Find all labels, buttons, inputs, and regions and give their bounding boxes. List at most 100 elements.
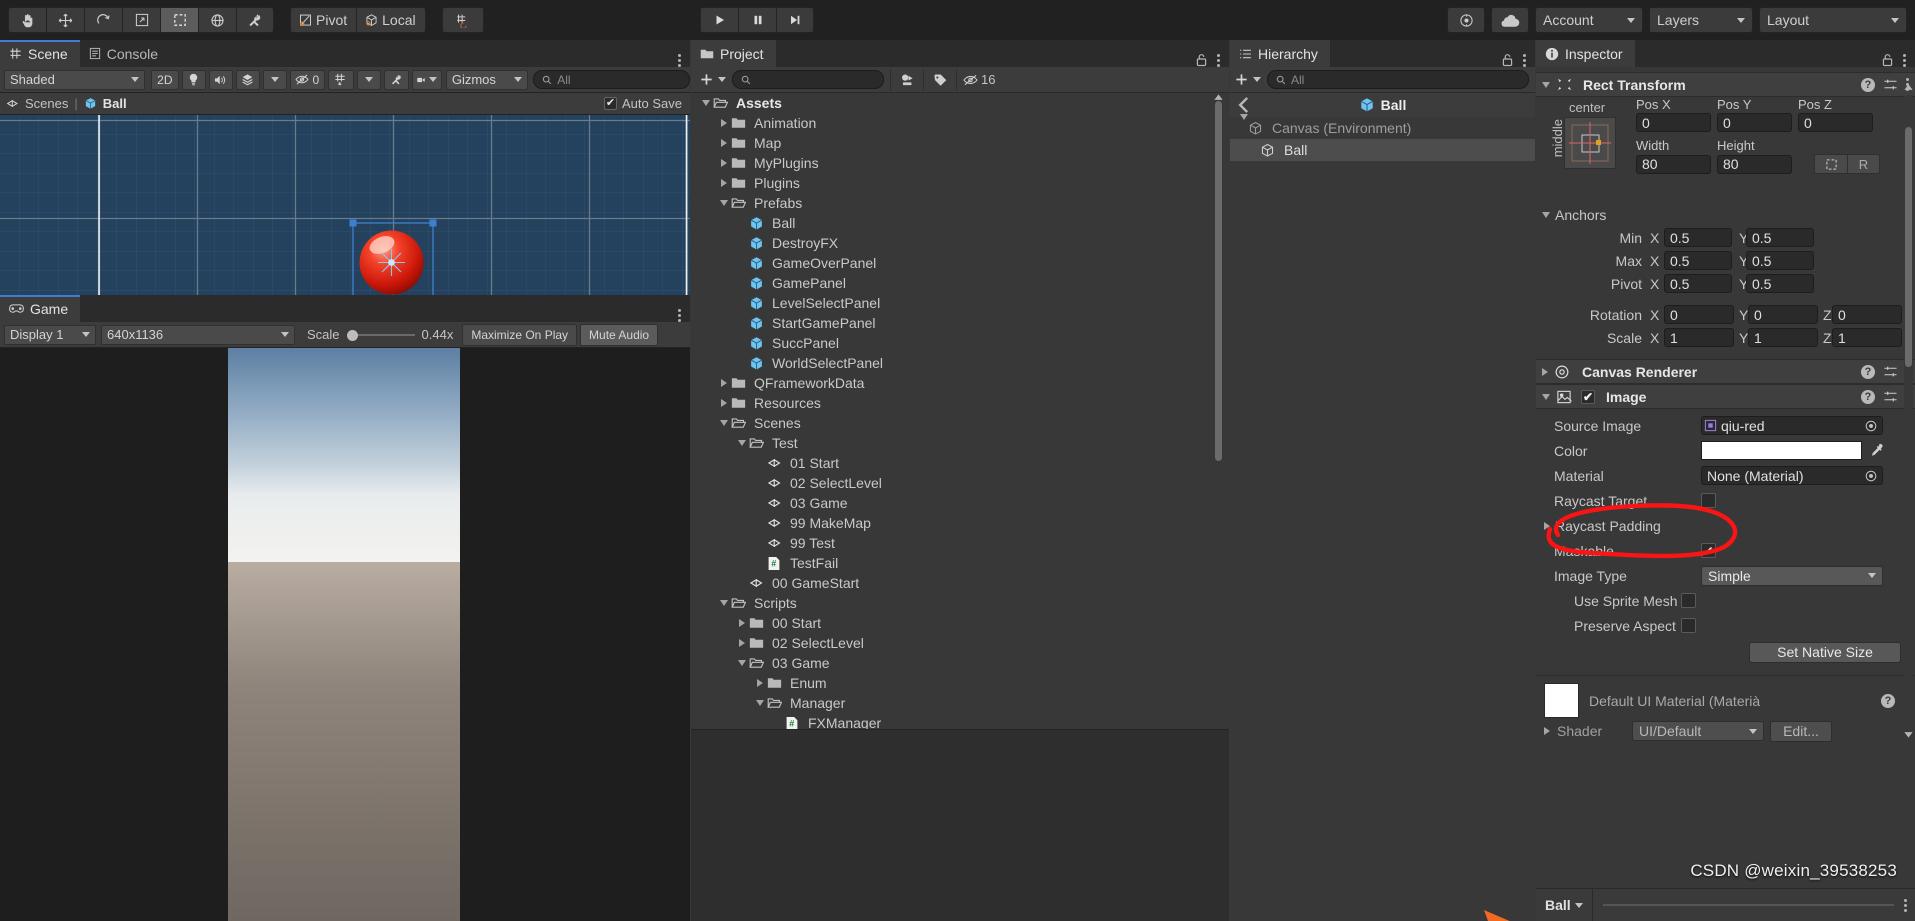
tree-toggle-icon[interactable] [735, 440, 749, 446]
canvas-renderer-header[interactable]: Canvas Renderer ? [1536, 359, 1915, 384]
image-enabled-checkbox[interactable] [1581, 389, 1595, 404]
project-tree-item[interactable]: QFrameworkData [691, 373, 1229, 393]
tree-toggle-icon[interactable] [735, 639, 749, 647]
tree-toggle-icon[interactable] [717, 179, 731, 187]
project-tree-item[interactable]: 00 GameStart [691, 573, 1229, 593]
anchor-preset-button[interactable] [1564, 117, 1616, 169]
project-filter-label-button[interactable] [923, 68, 956, 91]
collab-icon[interactable] [1447, 7, 1485, 33]
collapse-arrow-icon[interactable] [1542, 393, 1550, 400]
help-icon[interactable]: ? [1881, 693, 1895, 708]
image-component-header[interactable]: Image ? [1536, 384, 1915, 409]
cloud-icon[interactable] [1491, 7, 1529, 33]
scroll-down-arrow-icon[interactable] [1903, 729, 1914, 739]
help-icon[interactable]: ? [1861, 77, 1875, 92]
project-scrollbar[interactable] [1214, 95, 1223, 765]
collapse-arrow-icon[interactable] [1542, 81, 1550, 88]
anchors-foldout[interactable]: Anchors [1542, 203, 1915, 226]
project-menu-icon[interactable] [1217, 53, 1220, 67]
scroll-up-arrow-icon[interactable] [1903, 83, 1914, 93]
project-tree-item[interactable]: Plugins [691, 173, 1229, 193]
raycast-padding-row[interactable]: Raycast Padding [1536, 513, 1915, 538]
scale-tool-button[interactable] [122, 7, 160, 33]
hierarchy-prefab-header[interactable]: Ball [1230, 93, 1535, 117]
object-picker-icon[interactable] [1865, 420, 1877, 432]
project-tree-item[interactable]: 02 SelectLevel [691, 633, 1229, 653]
lock-icon[interactable] [1195, 53, 1208, 67]
tree-toggle-icon[interactable] [717, 420, 731, 426]
project-tree-item[interactable]: # TestFail [691, 553, 1229, 573]
pivot-toggle-button[interactable]: Pivot [290, 7, 357, 33]
hand-tool-button[interactable] [8, 7, 46, 33]
tree-toggle-icon[interactable] [1240, 114, 1248, 136]
project-tree-item[interactable]: Map [691, 133, 1229, 153]
project-filter-type-button[interactable] [890, 68, 923, 91]
object-picker-icon[interactable] [1865, 470, 1877, 482]
blueprint-mode-button[interactable] [1814, 154, 1847, 174]
scene-fx-dropdown[interactable] [262, 69, 287, 90]
rect-transform-header[interactable]: Rect Transform ? [1536, 72, 1915, 97]
pivot-x-input[interactable]: 0.5 [1664, 274, 1732, 293]
help-icon[interactable]: ? [1861, 389, 1875, 404]
rotation-x-input[interactable]: 0 [1664, 305, 1734, 324]
project-tree-item[interactable]: 03 Game [691, 653, 1229, 673]
tree-toggle-icon[interactable] [735, 619, 749, 627]
height-input[interactable]: 80 [1717, 154, 1792, 174]
project-tree-item[interactable]: 99 MakeMap [691, 513, 1229, 533]
raw-mode-button[interactable]: R [1847, 154, 1880, 174]
breadcrumb-scenes[interactable]: Scenes [25, 96, 68, 111]
width-input[interactable]: 80 [1636, 154, 1711, 174]
project-tree-item[interactable]: WorldSelectPanel [691, 353, 1229, 373]
color-swatch[interactable] [1701, 441, 1862, 460]
project-tree-item[interactable]: Scenes [691, 413, 1229, 433]
project-tree-item[interactable]: Ball [691, 213, 1229, 233]
account-dropdown[interactable]: Account [1535, 7, 1643, 33]
material-preview-header[interactable]: Default UI Material (Materià ? [1536, 683, 1915, 718]
play-button[interactable] [700, 7, 738, 33]
scene-camera-button[interactable] [412, 69, 442, 90]
set-native-size-button[interactable]: Set Native Size [1749, 641, 1901, 663]
transform-tool-button[interactable] [198, 7, 236, 33]
scale-y-input[interactable]: 1 [1748, 328, 1818, 347]
pos-y-input[interactable]: 0 [1717, 113, 1792, 132]
scene-grid-button[interactable] [328, 69, 354, 90]
shader-edit-button[interactable]: Edit... [1770, 720, 1832, 742]
toggle-2d-button[interactable]: 2D [151, 69, 179, 90]
tree-toggle-icon[interactable] [753, 679, 767, 687]
project-tree-item[interactable]: Prefabs [691, 193, 1229, 213]
hierarchy-item[interactable]: Canvas (Environment) [1230, 114, 1535, 139]
project-tree-item[interactable]: SuccPanel [691, 333, 1229, 353]
scroll-up-arrow-icon[interactable] [1213, 93, 1224, 103]
tab-scene[interactable]: Scene [0, 40, 80, 67]
tree-toggle-icon[interactable] [717, 159, 731, 167]
scene-tools-button[interactable] [383, 69, 410, 90]
scale-slider[interactable] [346, 328, 415, 342]
scene-fx-button[interactable] [235, 69, 260, 90]
rect-tool-button[interactable] [160, 7, 198, 33]
local-toggle-button[interactable]: Local [356, 7, 426, 33]
project-search-input[interactable] [732, 70, 884, 89]
tab-project[interactable]: Project [691, 40, 776, 67]
inspector-scrollbar[interactable] [1904, 95, 1913, 735]
tree-toggle-icon[interactable] [699, 100, 713, 106]
help-icon[interactable]: ? [1861, 364, 1875, 379]
project-tree-item[interactable]: 01 Start [691, 453, 1229, 473]
layers-dropdown[interactable]: Layers [1649, 7, 1753, 33]
scene-lighting-button[interactable] [181, 69, 206, 90]
tree-toggle-icon[interactable] [717, 379, 731, 387]
image-type-dropdown[interactable]: Simple [1701, 565, 1883, 586]
hierarchy-search-input[interactable]: All [1267, 70, 1529, 89]
breadcrumb-object[interactable]: Ball [103, 96, 127, 111]
layout-dropdown[interactable]: Layout [1759, 7, 1907, 33]
anchors-arrow-icon[interactable] [1542, 211, 1550, 218]
tree-toggle-icon[interactable] [735, 660, 749, 666]
hierarchy-item[interactable]: Ball [1230, 139, 1535, 161]
project-tree[interactable]: Assets Animation Map MyPlugins Plugins Prefab… [691, 93, 1229, 769]
project-tree-item[interactable]: 03 Game [691, 493, 1229, 513]
lock-icon[interactable] [1881, 53, 1894, 67]
project-hidden-count-button[interactable]: 16 [956, 68, 1001, 91]
grid-snap-button[interactable] [441, 7, 484, 33]
shader-arrow-icon[interactable] [1544, 727, 1550, 735]
use-sprite-mesh-checkbox[interactable] [1681, 593, 1696, 608]
rotation-z-input[interactable]: 0 [1832, 305, 1902, 324]
